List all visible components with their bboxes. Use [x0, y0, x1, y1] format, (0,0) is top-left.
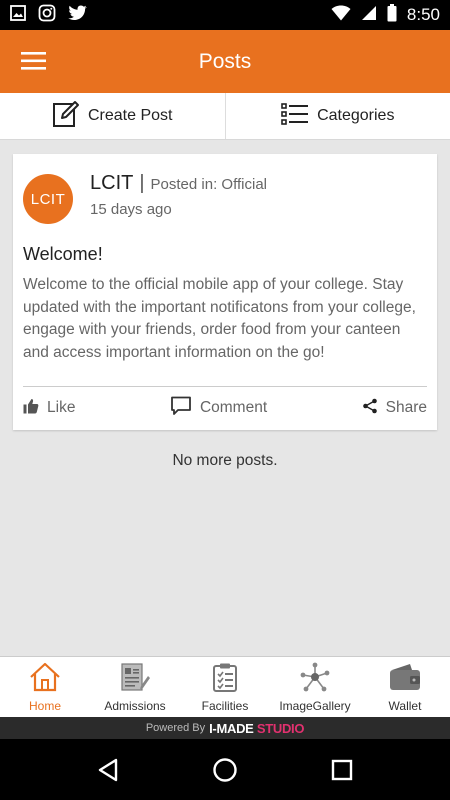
menu-icon[interactable]	[20, 50, 48, 72]
wallet-icon	[388, 662, 422, 695]
create-post-label: Create Post	[88, 107, 173, 124]
status-bar: 8:50	[0, 0, 450, 30]
nav-label-imagegallery: ImageGallery	[279, 698, 351, 713]
post-header: LCIT | Posted in: Official 15 days ago	[90, 172, 267, 218]
comment-icon	[170, 396, 192, 421]
divider	[23, 386, 427, 387]
status-time: 8:50	[406, 5, 440, 24]
share-label: Share	[385, 399, 427, 416]
categories-button[interactable]: Categories	[224, 93, 450, 139]
create-post-button[interactable]: Create Post	[0, 93, 225, 139]
recents-icon[interactable]	[322, 750, 362, 790]
post-timestamp: 15 days ago	[90, 201, 172, 218]
twitter-icon	[68, 5, 88, 26]
back-icon[interactable]	[88, 750, 128, 790]
avatar[interactable]: LCIT	[23, 174, 73, 224]
author-separator: |	[139, 172, 145, 194]
clipboard-icon	[211, 662, 239, 695]
app-bar: Posts	[0, 30, 450, 93]
post-body: Welcome to the official mobile app of yo…	[23, 276, 416, 361]
like-button[interactable]: Like	[23, 398, 75, 419]
categories-label: Categories	[317, 107, 395, 124]
instagram-icon	[38, 4, 56, 27]
image-icon	[10, 4, 26, 26]
post-title: Welcome!	[23, 244, 103, 264]
nav-item-home[interactable]: Home	[0, 657, 90, 717]
post-category: Posted in: Official	[150, 176, 267, 193]
nav-label-facilities: Facilities	[201, 698, 249, 713]
nav-item-facilities[interactable]: Facilities	[180, 657, 270, 717]
edit-icon	[52, 100, 80, 133]
share-button[interactable]: Share	[362, 398, 427, 419]
post-author[interactable]: LCIT	[90, 172, 133, 195]
post-card: LCIT LCIT | Posted in: Official 15 days …	[13, 154, 437, 430]
nav-item-admissions[interactable]: Admissions	[90, 657, 180, 717]
page-title: Posts	[198, 49, 252, 73]
nav-label-wallet: Wallet	[388, 698, 422, 713]
list-icon	[281, 102, 309, 131]
home-circle-icon[interactable]	[205, 750, 245, 790]
admissions-icon	[119, 662, 151, 695]
thumbs-up-icon	[23, 398, 39, 419]
wifi-icon	[331, 4, 351, 26]
nav-item-wallet[interactable]: Wallet	[360, 657, 450, 717]
brand-logo: I-MADE STUDIO	[209, 721, 304, 736]
battery-icon	[387, 3, 397, 27]
share-icon	[362, 398, 378, 419]
signal-icon	[361, 5, 377, 26]
network-icon	[299, 662, 331, 695]
bottom-nav: Home Admissions Facilities ImageGallery …	[0, 656, 450, 717]
post-actions-bar: Create Post Categories	[0, 93, 450, 140]
powered-by-label: Powered By	[145, 722, 206, 734]
comment-label: Comment	[199, 399, 268, 416]
nav-label-home: Home	[28, 698, 61, 713]
post-reactions: Like Comment Share	[23, 396, 427, 420]
feed-end-message: No more posts.	[172, 452, 278, 469]
powered-by-footer: Powered By I-MADE STUDIO	[0, 717, 450, 739]
brand-accent: STUDIO	[256, 720, 305, 736]
system-nav-bar	[0, 739, 450, 800]
brand-main: I-MADE	[209, 720, 254, 736]
comment-button[interactable]: Comment	[170, 396, 267, 421]
nav-item-imagegallery[interactable]: ImageGallery	[270, 657, 360, 717]
like-label: Like	[47, 399, 76, 416]
nav-label-admissions: Admissions	[104, 698, 166, 713]
home-icon	[28, 662, 62, 695]
